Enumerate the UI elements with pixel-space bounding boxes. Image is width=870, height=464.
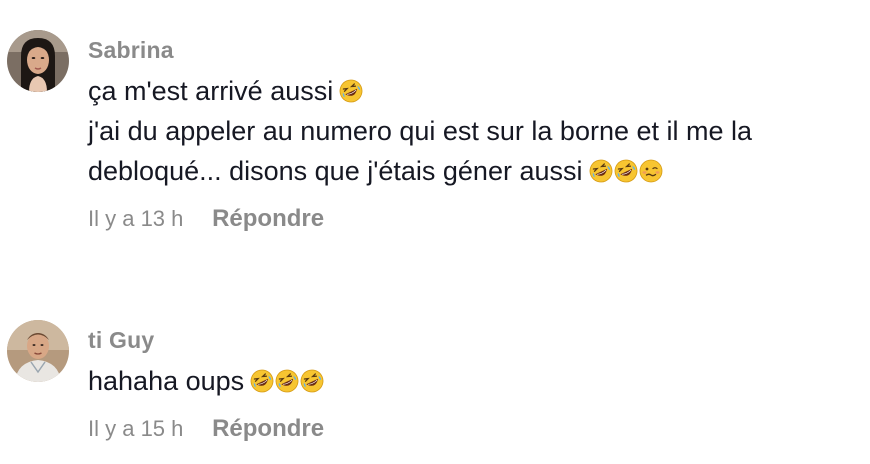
- rofl-emoji: [589, 159, 613, 183]
- woozy-face-emoji: [639, 159, 663, 183]
- avatar[interactable]: [7, 30, 69, 92]
- comment-meta: Il y a 15 h Répondre: [88, 415, 324, 443]
- comment-timestamp: Il y a 13 h: [88, 206, 184, 231]
- comment-text-segment: hahaha oups: [88, 366, 245, 396]
- comment-text: ça m'est arrivé aussi j'ai du appeler au…: [88, 71, 858, 191]
- comment-username[interactable]: ti Guy: [88, 327, 154, 354]
- comment-text-line: j'ai du appeler au numero qui est sur la…: [88, 116, 753, 146]
- avatar-photo: [7, 30, 69, 92]
- comment-meta: Il y a 13 h Répondre: [88, 205, 324, 233]
- comment-item: Sabrina ça m'est arrivé aussi j'ai du ap…: [0, 0, 870, 250]
- avatar[interactable]: [7, 320, 69, 382]
- comment-item: ti Guy hahaha oups Il y a 15 h Répondre: [0, 300, 870, 464]
- comment-text-line: hahaha oups: [88, 361, 858, 401]
- comment-text-segment: debloqué... disons que j'étais géner aus…: [88, 156, 583, 186]
- rofl-emoji: [614, 159, 638, 183]
- avatar-photo: [7, 320, 69, 382]
- rofl-emoji: [275, 369, 299, 393]
- rofl-emoji: [339, 79, 363, 103]
- comment-text-segment: ça m'est arrivé aussi: [88, 76, 334, 106]
- comment-timestamp: Il y a 15 h: [88, 416, 184, 441]
- comment-username[interactable]: Sabrina: [88, 37, 174, 64]
- rofl-emoji: [250, 369, 274, 393]
- rofl-emoji: [300, 369, 324, 393]
- comment-text-line: ça m'est arrivé aussi: [88, 71, 858, 111]
- comment-text-line: debloqué... disons que j'étais géner aus…: [88, 151, 858, 191]
- comment-text: hahaha oups: [88, 361, 858, 401]
- reply-button[interactable]: Répondre: [212, 205, 324, 232]
- reply-button[interactable]: Répondre: [212, 415, 324, 442]
